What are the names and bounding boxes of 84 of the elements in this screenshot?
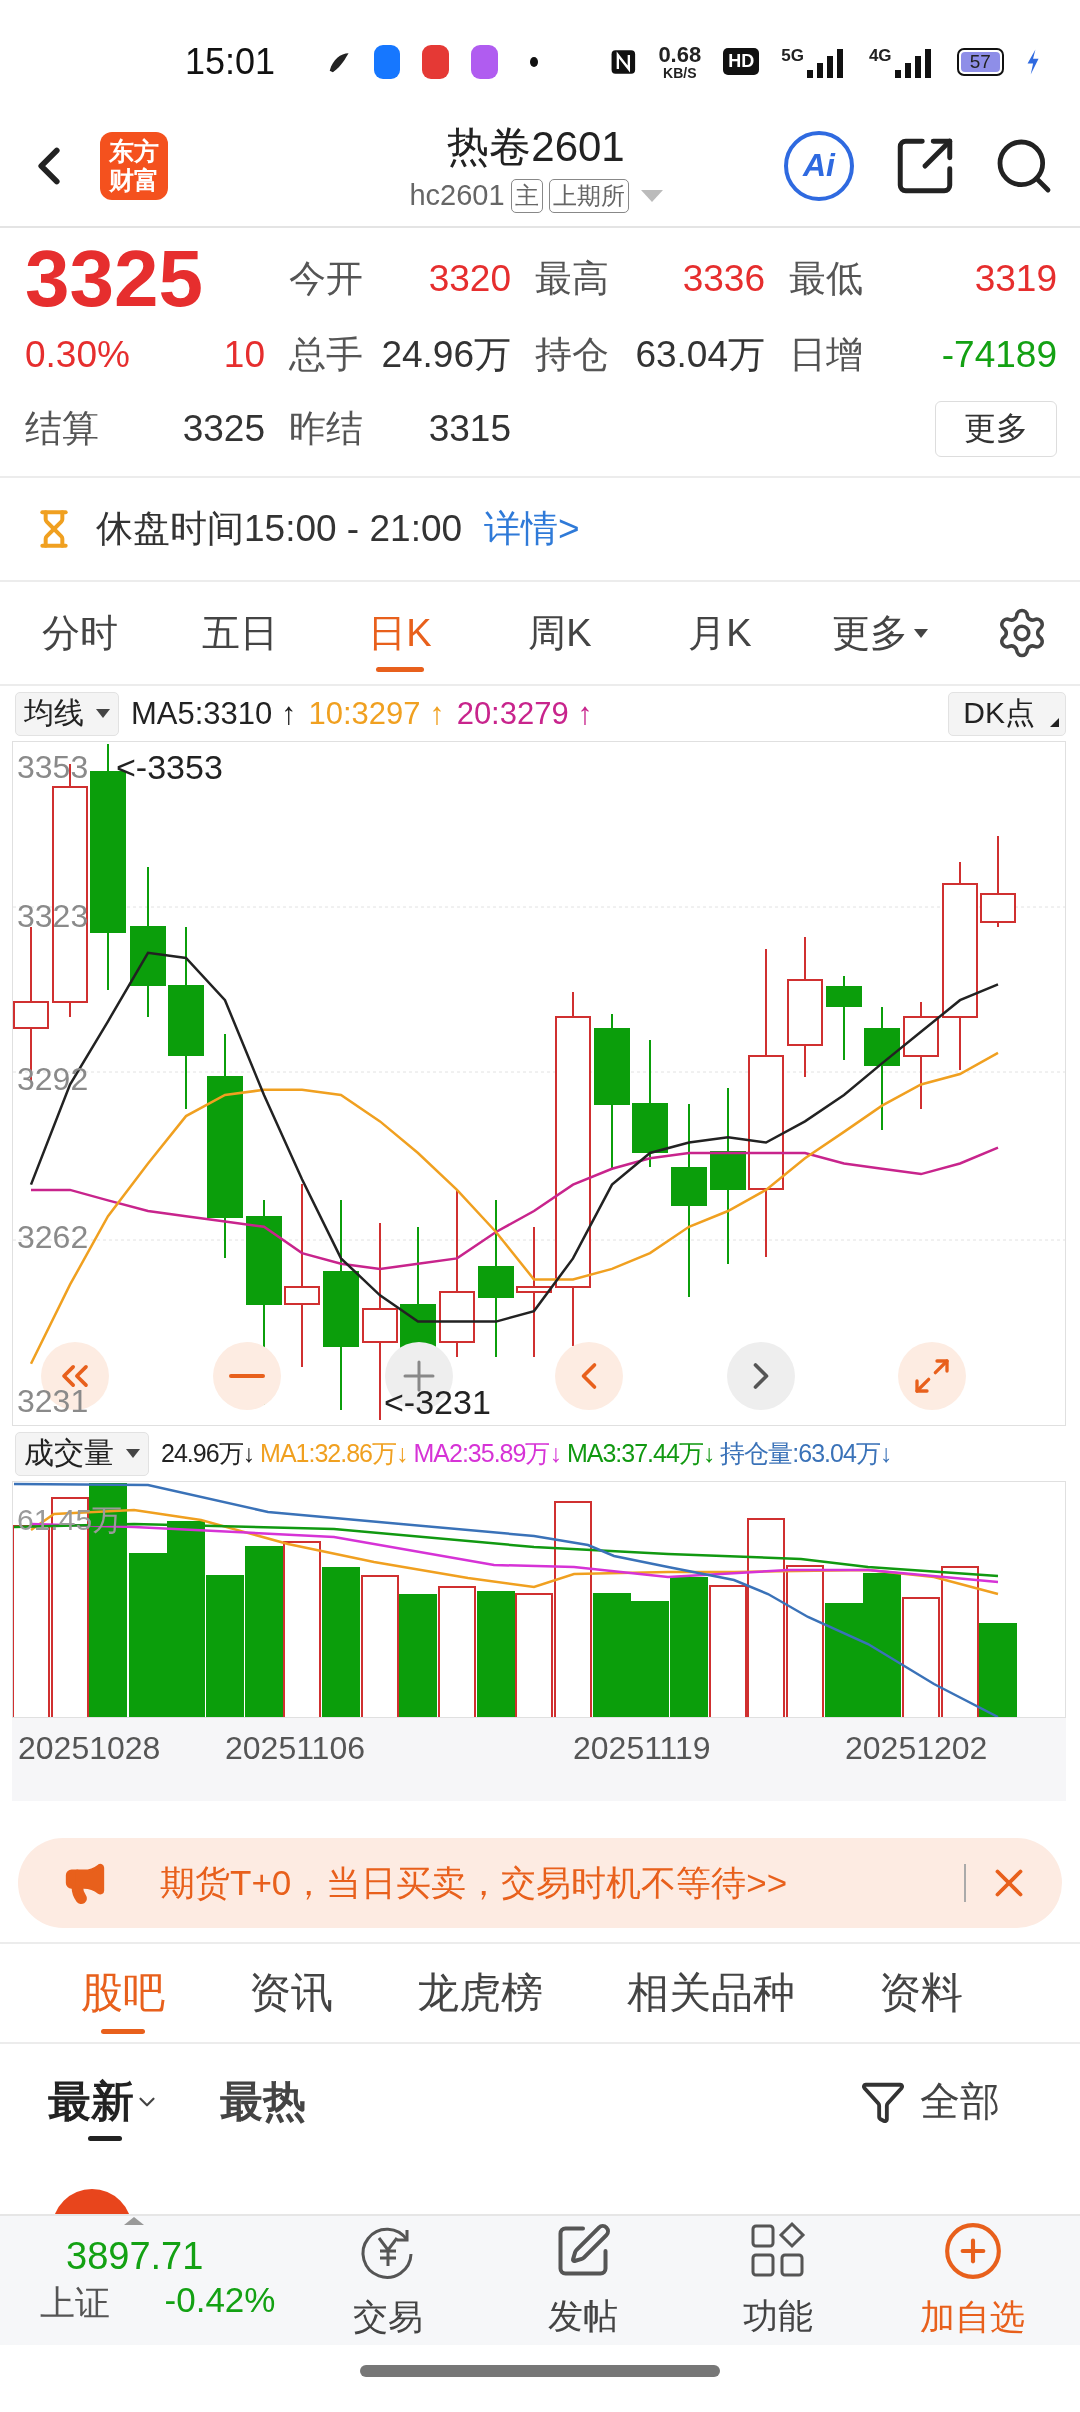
network-speed-unit: KB/S	[663, 65, 697, 80]
promo-text: 期货T+0，当日买卖，交易时机不等待>>	[160, 1861, 789, 1904]
volume-indicator-value: MA3:37.44万↓	[566, 1438, 715, 1469]
sort-tab[interactable]: 最新	[48, 2044, 160, 2159]
exchange-tag: 上期所	[548, 178, 629, 213]
period-tab[interactable]: 周K	[480, 582, 640, 684]
details-link[interactable]: 详情>	[484, 504, 580, 554]
status-time: 15:01	[185, 40, 276, 83]
stat-label: 最高	[535, 257, 609, 301]
notification-dot	[529, 56, 538, 67]
stat-label: 结算	[25, 407, 99, 451]
date-axis-label: 20251119	[573, 1730, 711, 1767]
caret-icon	[126, 1449, 140, 1458]
bottom-nav-item[interactable]: 功能	[680, 2221, 875, 2340]
volume-indicator-value: 持仓量:63.04万↓	[720, 1438, 892, 1469]
stat-value: 3336	[682, 258, 765, 300]
minus-icon	[229, 1374, 265, 1378]
section-tab[interactable]: 资料	[879, 1944, 963, 2042]
indicator-selector[interactable]: 均线	[15, 691, 119, 736]
date-axis-label: 20251106	[225, 1730, 365, 1767]
app-icon	[373, 44, 401, 79]
change-percent: 0.30%	[25, 334, 130, 376]
caret-icon	[96, 709, 110, 718]
stat-value: 63.04万	[635, 333, 765, 377]
app-icon	[471, 44, 498, 79]
bottom-nav-item[interactable]: 发帖	[485, 2221, 680, 2340]
volume-indicator-value: 24.96万↓	[161, 1438, 255, 1469]
stat-value: -74189	[941, 334, 1057, 376]
stat-label: 持仓	[535, 333, 609, 377]
stat-label: 昨结	[289, 407, 363, 451]
index-change: -0.42%	[164, 2279, 277, 2321]
price-axis-label: 3262	[17, 1219, 89, 1256]
volume-indicator-value: MA2:35.89万↓	[413, 1438, 561, 1469]
period-tab[interactable]: 分时	[0, 582, 160, 684]
period-tab[interactable]: 更多	[800, 582, 960, 684]
network-type: 5G	[781, 45, 804, 66]
stat-label: 日增	[789, 333, 863, 377]
sort-tab[interactable]: 最热	[220, 2044, 306, 2159]
high-price-marker: <-3353	[116, 749, 223, 785]
break-notice: 休盘时间15:00 - 21:00	[96, 507, 463, 551]
stat-value: 24.96万	[381, 333, 511, 377]
caret-icon	[914, 628, 928, 638]
filter-label[interactable]: 全部	[920, 2074, 1000, 2129]
low-price-marker: <-3231	[384, 1384, 491, 1420]
price-axis-label: 3353	[17, 749, 89, 785]
contract-title: 热卷2601	[447, 121, 625, 172]
index-name: 上证	[40, 2281, 111, 2324]
last-price: 3325	[25, 240, 204, 318]
date-axis-label: 20251202	[845, 1730, 988, 1767]
dk-point-button[interactable]: DK点	[948, 691, 1066, 736]
section-tab[interactable]: 相关品种	[627, 1944, 795, 2042]
section-tab[interactable]: 龙虎榜	[417, 1944, 543, 2042]
stat-label: 今开	[289, 257, 363, 301]
app-icon	[422, 44, 450, 79]
battery-level: 57	[960, 51, 1000, 72]
stat-label: 总手	[289, 333, 363, 377]
stat-value: 3315	[428, 408, 511, 450]
ma-value: MA5:3310 ↑	[131, 695, 297, 732]
period-tab[interactable]: 五日	[160, 582, 320, 684]
bottom-nav-item[interactable]: 交易	[290, 2220, 485, 2341]
hd-badge: HD	[723, 48, 760, 75]
stat-value: 3319	[974, 258, 1057, 300]
ma-value: 10:3297 ↑	[308, 695, 445, 732]
change-amount: 10	[223, 334, 265, 376]
expand-icon	[912, 1356, 952, 1396]
section-tab[interactable]: 资讯	[249, 1944, 333, 2042]
caret-icon[interactable]	[124, 2216, 144, 2225]
more-button[interactable]: 更多	[935, 401, 1057, 457]
ma-value: 20:3279 ↑	[456, 695, 593, 732]
ai-assistant-button[interactable]: Ai	[784, 130, 854, 201]
volume-indicator-value: MA1:32.86万↓	[260, 1438, 408, 1469]
date-axis-label: 20251028	[18, 1730, 161, 1767]
index-value: 3897.71	[65, 2234, 205, 2278]
exchange-tag: 主	[510, 178, 543, 213]
network-type: 4G	[868, 45, 892, 66]
network-speed: 0.68	[658, 43, 702, 66]
period-tab[interactable]: 月K	[640, 582, 800, 684]
contract-code: hc2601	[409, 179, 505, 212]
stat-value: 3325	[182, 408, 265, 450]
stat-label: 最低	[789, 257, 863, 301]
price-axis-label: 3231	[17, 1382, 89, 1419]
app-logo: 东方 财富	[100, 131, 168, 200]
stat-value: 3320	[428, 258, 511, 300]
indicator-selector[interactable]: 成交量	[15, 1431, 149, 1476]
